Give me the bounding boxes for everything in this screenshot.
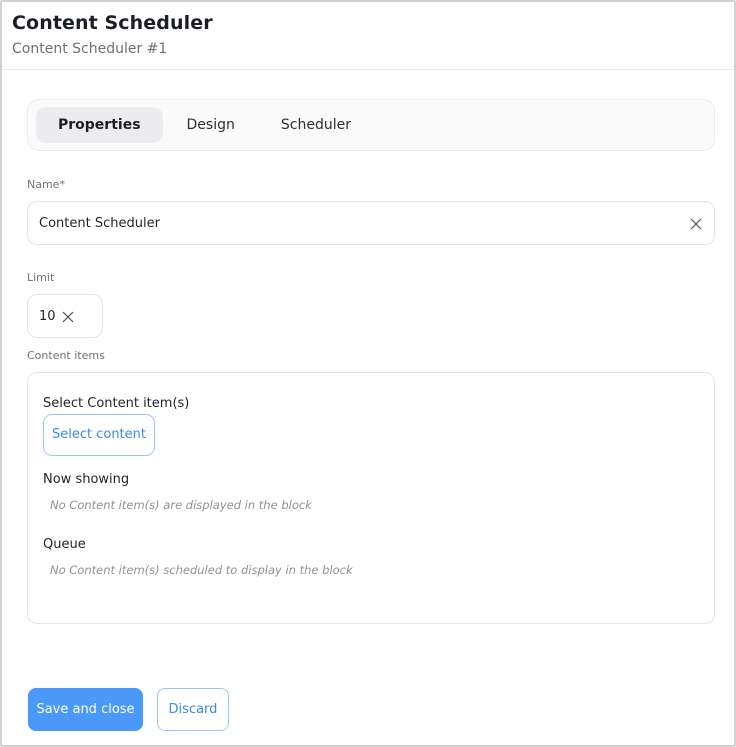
dialog-frame: Content Scheduler Content Scheduler #1 P… xyxy=(0,0,736,747)
limit-input[interactable]: 10 xyxy=(27,294,103,338)
now-showing-empty: No Content item(s) are displayed in the … xyxy=(50,498,312,512)
close-icon[interactable] xyxy=(689,216,703,230)
name-input[interactable]: Content Scheduler xyxy=(27,201,715,245)
name-label: Name* xyxy=(27,178,65,191)
discard-button[interactable]: Discard xyxy=(157,688,229,731)
content-items-panel: Select Content item(s) Select content No… xyxy=(27,372,715,624)
limit-value[interactable]: 10 xyxy=(39,309,56,324)
tab-design[interactable]: Design xyxy=(167,107,255,143)
save-and-close-button[interactable]: Save and close xyxy=(28,688,143,731)
queue-title: Queue xyxy=(43,537,86,552)
name-value[interactable]: Content Scheduler xyxy=(39,216,689,231)
page-title: Content Scheduler xyxy=(12,12,213,34)
close-icon[interactable] xyxy=(61,309,75,323)
tab-properties[interactable]: Properties xyxy=(36,107,163,143)
select-content-title: Select Content item(s) xyxy=(43,396,190,411)
page-subtitle: Content Scheduler #1 xyxy=(12,41,168,57)
now-showing-title: Now showing xyxy=(43,472,130,487)
select-content-button[interactable]: Select content xyxy=(43,414,155,456)
tab-bar: Properties Design Scheduler xyxy=(27,99,715,151)
tab-scheduler[interactable]: Scheduler xyxy=(261,107,371,143)
queue-empty: No Content item(s) scheduled to display … xyxy=(50,563,353,577)
header: Content Scheduler Content Scheduler #1 xyxy=(2,2,734,70)
limit-label: Limit xyxy=(27,271,55,284)
content-items-label: Content items xyxy=(27,349,105,362)
